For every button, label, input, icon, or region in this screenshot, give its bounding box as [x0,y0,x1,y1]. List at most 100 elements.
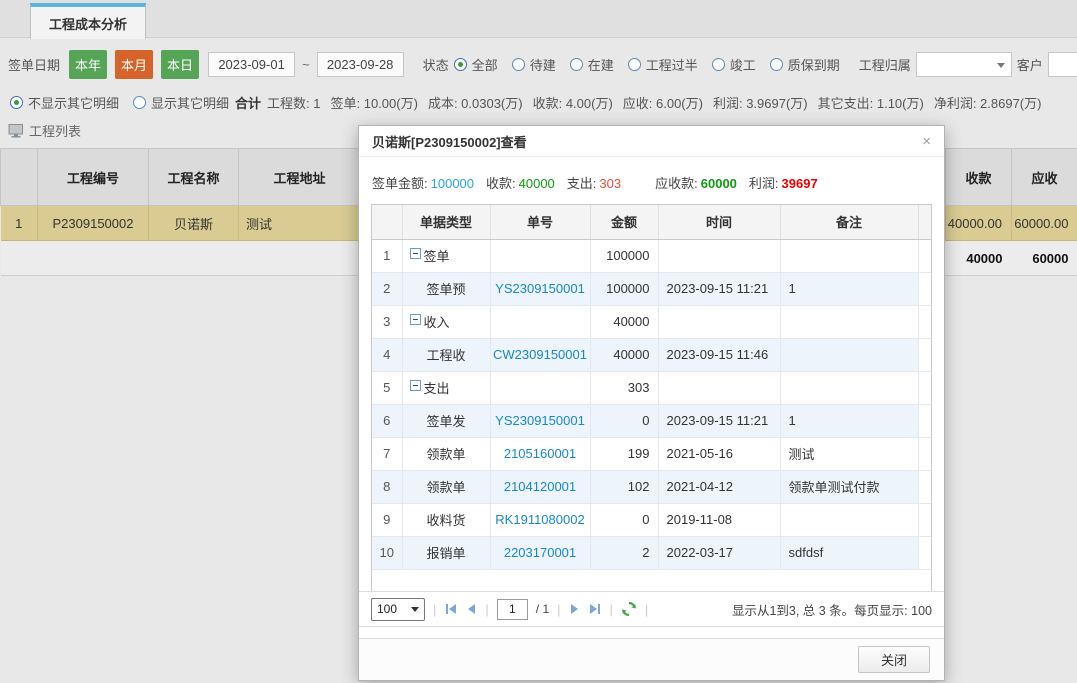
modal-title-bar: 贝诺斯[P2309150002]查看 × [359,126,944,157]
scrollbar-gutter-cell [918,503,932,536]
monitor-icon [8,124,24,138]
doc-row: 6签单发YS230915000102023-09-15 11:211 [372,404,932,437]
doc-row: 5支出303 [372,371,932,404]
col-receivable[interactable]: 应收 [1012,149,1077,206]
status-option-1[interactable]: 待建 [512,55,556,74]
doc-number-link [490,239,590,272]
screen: 工程成本分析 签单日期 本年本月本日 2023-09-01 ~ 2023-09-… [0,0,1077,683]
modal-stat-value: 303 [599,176,621,191]
doc-number-link[interactable]: RK1911080002 [490,503,590,536]
modal-stat-label: 支出: [567,176,597,191]
status-option-3[interactable]: 工程过半 [628,55,698,74]
quick-filter-button-1[interactable]: 本月 [115,50,153,79]
amount-cell: 100000 [590,272,658,305]
col-project-address[interactable]: 工程地址 [239,149,361,206]
customer-input[interactable] [1048,52,1077,77]
time-cell: 2021-05-16 [658,437,780,470]
doc-number-link[interactable]: 2203170001 [490,536,590,569]
status-option-4[interactable]: 竣工 [712,55,756,74]
collapse-icon[interactable] [410,314,421,325]
doc-number-link[interactable]: CW2309150001 [490,338,590,371]
col-project-code[interactable]: 工程编号 [38,149,149,206]
modal-stat-label: 应收款: [655,176,698,191]
pagination-bar: 100 | | 1 / 1 | | | 显示从1到3, 总 3 [359,591,944,627]
radio-icon [454,58,467,71]
doc-row: 1签单100000 [372,239,932,272]
col-doc-type[interactable]: 单据类型 [402,205,490,239]
radio-icon [628,58,641,71]
doc-number-link[interactable]: 2104120001 [490,470,590,503]
doc-type-text: 收入 [424,315,450,330]
refresh-icon[interactable] [621,601,637,617]
detail-toggle-option-0[interactable]: 不显示其它明细 [10,93,119,112]
documents-table: 单据类型 单号 金额 时间 备注 1签单1000002签单预YS23091500… [372,205,932,570]
collapse-icon[interactable] [410,248,421,259]
doc-number-link[interactable]: YS2309150001 [490,272,590,305]
scrollbar-gutter-cell [918,272,932,305]
owner-select[interactable] [916,52,1012,77]
col-collected[interactable]: 收款 [946,149,1012,206]
modal-stat-0: 签单金额:100000 [372,173,474,192]
doc-row: 7领款单21051600011992021-05-16测试 [372,437,932,470]
project-code-link[interactable]: P2309150002 [38,206,149,241]
quick-filter-button-0[interactable]: 本年 [69,50,107,79]
amount-cell: 40000 [590,338,658,371]
collapse-icon[interactable] [410,380,421,391]
time-cell: 2023-09-15 11:21 [658,404,780,437]
detail-toggle-option-1[interactable]: 显示其它明细 [133,93,229,112]
col-amount[interactable]: 金额 [590,205,658,239]
date-from-input[interactable]: 2023-09-01 [208,52,295,77]
page-size-select[interactable]: 100 [371,598,425,621]
close-icon[interactable]: × [922,134,931,149]
remark-cell: 测试 [780,437,918,470]
next-page-button[interactable] [569,604,580,614]
last-page-button[interactable] [588,604,602,614]
project-name-cell: 贝诺斯 [149,206,239,241]
amount-cell: 100000 [590,239,658,272]
detail-toggle-bar: 不显示其它明细显示其它明细 合计 工程数: 1签单: 10.00(万)成本: 0… [10,91,1041,113]
chevron-down-icon [997,63,1005,68]
detail-toggle-label-0: 不显示其它明细 [28,93,119,112]
detail-radio-group: 不显示其它明细显示其它明细 [10,93,229,112]
project-collected-link[interactable]: 40000.00 [946,206,1012,241]
col-remark[interactable]: 备注 [780,205,918,239]
doc-row-number: 4 [372,338,402,371]
totals-stats: 工程数: 1签单: 10.00(万)成本: 0.0303(万)收款: 4.00(… [267,93,1041,112]
remark-cell [780,503,918,536]
doc-row: 9收料货RK191108000202019-11-08 [372,503,932,536]
project-address-cell: 测试 [239,206,361,241]
modal-stat-4: 利润:39697 [749,173,818,192]
status-option-0[interactable]: 全部 [454,55,498,74]
quick-filter-button-2[interactable]: 本日 [161,50,199,79]
remark-cell: 领款单测试付款 [780,470,918,503]
page-size-value: 100 [377,602,397,616]
status-option-5[interactable]: 质保到期 [770,55,840,74]
doc-row-number: 9 [372,503,402,536]
amount-cell: 102 [590,470,658,503]
doc-row: 8领款单21041200011022021-04-12领款单测试付款 [372,470,932,503]
doc-row: 4工程收CW2309150001400002023-09-15 11:46 [372,338,932,371]
col-doc-number[interactable]: 单号 [490,205,590,239]
radio-icon [133,96,146,109]
doc-number-link [490,305,590,338]
remark-cell: 1 [780,272,918,305]
remark-cell [780,305,918,338]
pagination-info: 显示从1到3, 总 3 条。每页显示: 100 [732,600,932,619]
col-project-name[interactable]: 工程名称 [149,149,239,206]
first-page-button[interactable] [444,604,458,614]
doc-number-link[interactable]: 2105160001 [490,437,590,470]
status-option-2[interactable]: 在建 [570,55,614,74]
filter-bar: 签单日期 本年本月本日 2023-09-01 ~ 2023-09-28 状态 全… [8,50,1077,78]
close-button[interactable]: 关闭 [858,646,930,673]
date-to-input[interactable]: 2023-09-28 [317,52,404,77]
total-stat-5: 利润: 3.9697(万) [713,93,808,112]
tab-project-cost-analysis[interactable]: 工程成本分析 [30,3,146,39]
modal-stat-1: 收款:40000 [486,173,555,192]
scrollbar-gutter [918,205,932,239]
doc-number-link[interactable]: YS2309150001 [490,404,590,437]
col-time[interactable]: 时间 [658,205,780,239]
amount-cell: 2 [590,536,658,569]
prev-page-button[interactable] [466,604,477,614]
time-cell: 2022-03-17 [658,536,780,569]
page-input[interactable]: 1 [497,599,528,620]
